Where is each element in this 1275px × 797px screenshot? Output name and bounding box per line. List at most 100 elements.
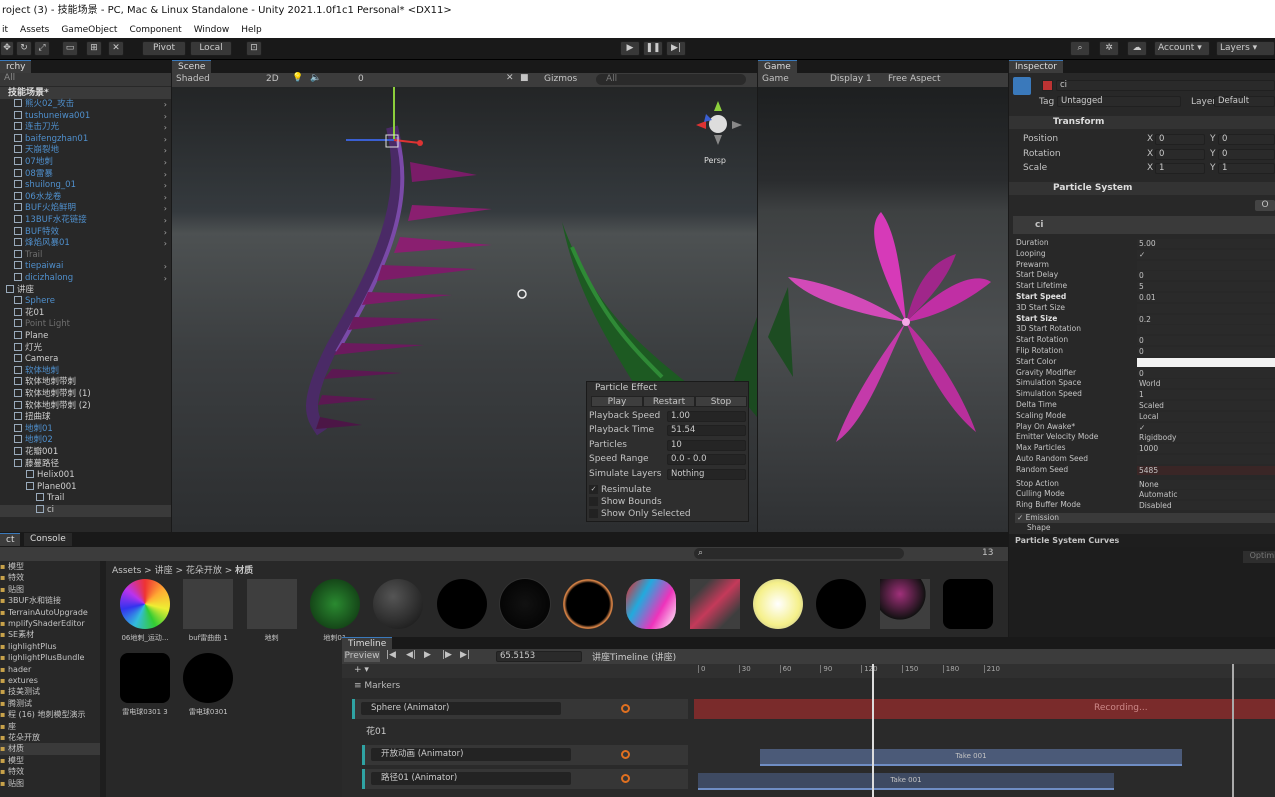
search-icon[interactable]: ⌕ [1070, 41, 1090, 56]
project-folder[interactable]: ▪ 模型 [0, 755, 100, 766]
ps-property-row[interactable]: 3D Start Size [1016, 303, 1275, 314]
project-folder[interactable]: ▪ 座 [0, 721, 100, 732]
tab-inspector[interactable]: Inspector [1009, 60, 1063, 73]
ps-property-row[interactable]: Random Seed 5485 [1016, 465, 1275, 476]
hierarchy-item[interactable]: 扭曲球 [0, 412, 171, 424]
pivot-button[interactable]: Pivot [142, 41, 186, 56]
particle-effect-value[interactable]: 51.54 [667, 425, 746, 437]
hierarchy-item[interactable]: 软体地刺带刺 [0, 377, 171, 389]
persp-label[interactable]: Persp [704, 156, 726, 165]
particle-effect-value[interactable]: Nothing [667, 468, 746, 480]
ps-property-row[interactable]: Start Color [1016, 357, 1275, 368]
ps-property-row[interactable]: Start Delay 0 [1016, 270, 1275, 281]
hierarchy-item[interactable]: 地刺01 [0, 423, 171, 436]
game-mode-dropdown[interactable]: Game [762, 74, 789, 84]
ps-property-value[interactable]: Disabled [1137, 501, 1275, 511]
ps-property-row[interactable]: Simulation Speed 1 [1016, 389, 1275, 400]
asset-thumbnail[interactable] [183, 579, 234, 629]
breadcrumb-item[interactable]: 材质 [235, 566, 253, 576]
ps-property-value[interactable]: Rigidbody [1137, 433, 1275, 443]
hierarchy-search[interactable]: All [0, 73, 171, 86]
breadcrumb-item[interactable]: Assets [112, 566, 141, 576]
project-folder[interactable]: ▪ lighlightPlusBundle [0, 652, 100, 663]
track-sphere[interactable]: Sphere (Animator) [352, 699, 688, 719]
chevron-right-icon[interactable]: › [164, 145, 167, 157]
layers-dropdown[interactable]: Layers ▾ [1216, 41, 1275, 56]
transform-y-field[interactable]: 0 [1218, 134, 1275, 145]
ps-property-row[interactable]: Scaling Mode Local [1016, 411, 1275, 422]
ps-property-value[interactable]: 1000 [1137, 444, 1275, 454]
hierarchy-item[interactable]: Point Light [0, 319, 171, 331]
hierarchy-item[interactable]: 地刺02 [0, 435, 171, 447]
ps-property-row[interactable]: Auto Random Seed [1016, 454, 1275, 465]
ps-property-row[interactable]: Gravity Modifier 0 [1016, 368, 1275, 379]
shading-dropdown[interactable]: Shaded [176, 74, 210, 84]
hierarchy-item[interactable]: dicizhalong › [0, 273, 171, 285]
asset-thumbnail[interactable] [120, 579, 170, 629]
ps-property-row[interactable]: Start Lifetime 5 [1016, 281, 1275, 292]
audio-icon[interactable]: 🔈 [310, 73, 321, 83]
timeline-time-field[interactable]: 65.5153 [496, 651, 582, 662]
chevron-right-icon[interactable]: › [164, 215, 167, 227]
asset-thumbnail[interactable] [436, 579, 487, 629]
aspect-dropdown[interactable]: Free Aspect [888, 74, 941, 84]
ps-property-value[interactable] [1137, 455, 1275, 464]
project-folder[interactable]: ▪ lighlightPlus [0, 641, 100, 652]
tab-console[interactable]: Console [24, 533, 72, 546]
asset-thumbnail[interactable] [689, 579, 740, 629]
chevron-right-icon[interactable]: › [164, 273, 167, 285]
account-dropdown[interactable]: Account ▾ [1154, 41, 1210, 56]
goto-end-icon[interactable]: ▶| [460, 650, 470, 660]
tab-timeline[interactable]: Timeline [342, 637, 393, 649]
project-folder[interactable]: ▪ 腾测试 [0, 698, 100, 709]
open-editor-button[interactable]: O [1255, 200, 1275, 211]
hierarchy-item[interactable]: 烽焰风暴01 › [0, 238, 171, 250]
asset-thumbnail[interactable] [309, 579, 360, 629]
ps-property-row[interactable]: Ring Buffer Mode Disabled [1016, 500, 1275, 511]
tab-game[interactable]: Game [758, 60, 797, 73]
transform-y-field[interactable]: 0 [1218, 148, 1275, 160]
asset-thumbnail[interactable] [246, 579, 297, 629]
project-folder[interactable]: ▪ 花朵开放 [0, 732, 100, 743]
project-folder[interactable]: ▪ 技美测试 [0, 686, 100, 697]
custom-tool-icon[interactable]: ✕ [108, 41, 124, 56]
particle-effect-value[interactable]: 1.00 [667, 411, 746, 422]
hierarchy-item[interactable]: Sphere [0, 296, 171, 308]
hierarchy-item[interactable]: 软体地刺带刺 (2) [0, 400, 171, 413]
ps-property-row[interactable]: Stop Action None [1016, 479, 1275, 490]
checkbox[interactable]: ✓ [589, 485, 598, 494]
lighting-icon[interactable]: 💡 [292, 73, 303, 83]
ps-property-value[interactable] [1137, 357, 1275, 367]
goto-start-icon[interactable]: |◀ [386, 650, 396, 660]
transform-x-field[interactable]: 0 [1155, 134, 1205, 145]
clip-take-1[interactable]: Take 001 [760, 749, 1182, 766]
track-group[interactable]: 花01 [352, 723, 688, 741]
display-dropdown[interactable]: Display 1 [830, 74, 872, 84]
project-folder[interactable]: ▪ extures [0, 675, 100, 686]
clip-take-2[interactable]: Take 001 [698, 773, 1114, 790]
rotate-tool-icon[interactable]: ↻ [16, 41, 32, 56]
layer-dropdown[interactable]: Default [1214, 96, 1275, 107]
chevron-right-icon[interactable]: › [164, 122, 167, 134]
ps-property-value[interactable]: ✓ [1137, 422, 1275, 432]
project-folder[interactable]: ▪ 贴图 [0, 584, 100, 595]
transform-y-field[interactable]: 1 [1218, 163, 1275, 174]
menu-item[interactable]: Component [129, 22, 181, 38]
hierarchy-item[interactable]: ci [0, 505, 171, 517]
ps-property-row[interactable]: Start Size 0.2 [1016, 314, 1275, 325]
asset-thumbnail[interactable] [816, 579, 867, 629]
step-button[interactable]: ▶| [666, 41, 686, 56]
hierarchy-item[interactable]: Plane [0, 331, 171, 343]
hierarchy-item[interactable]: BUF火焰鲜明 › [0, 203, 171, 215]
ps-property-row[interactable]: Duration 5.00 [1016, 238, 1275, 249]
project-folder[interactable]: ▪ 特效 [0, 572, 100, 583]
asset-thumbnail[interactable] [183, 653, 234, 703]
add-track-button[interactable]: + ▾ [354, 665, 369, 675]
project-folder[interactable]: ▪ 贴图 [0, 778, 100, 789]
object-name-field[interactable]: ci [1056, 80, 1275, 91]
particle-restart-button[interactable]: Restart [643, 396, 695, 407]
ps-property-row[interactable]: Culling Mode Automatic [1016, 489, 1275, 500]
local-button[interactable]: Local [190, 41, 232, 56]
asset-thumbnail[interactable] [753, 579, 803, 629]
particle-effect-value[interactable]: 0.0 - 0.0 [667, 454, 746, 466]
